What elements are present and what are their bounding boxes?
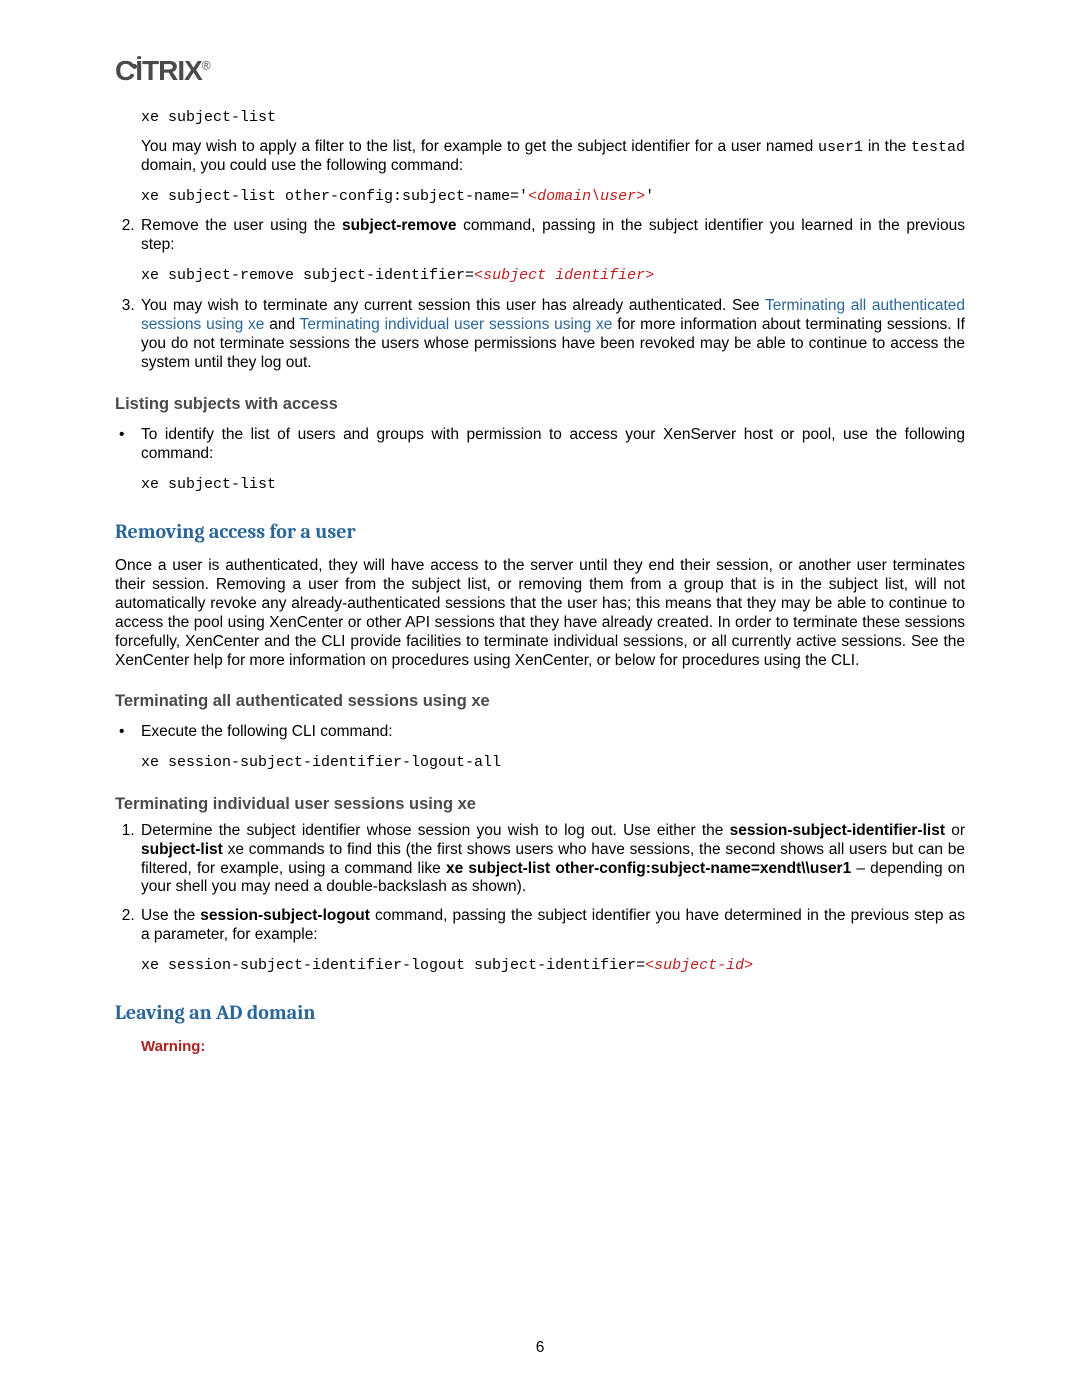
text: xe subject-list other-config:subject-nam… bbox=[141, 188, 528, 205]
list-item-2: Remove the user using the subject-remove… bbox=[139, 217, 965, 285]
link-terminating-individual[interactable]: Terminating individual user sessions usi… bbox=[300, 316, 613, 333]
list-item: Execute the following CLI command: xe se… bbox=[115, 723, 965, 772]
list-item: To identify the list of users and groups… bbox=[115, 426, 965, 494]
citrix-logo: CİTRIX® bbox=[115, 55, 965, 87]
heading-removing-access: Removing access for a user bbox=[115, 520, 965, 543]
page: CİTRIX® xe subject-list You may wish to … bbox=[0, 0, 1080, 1397]
numbered-list-top: Remove the user using the subject-remove… bbox=[115, 217, 965, 373]
placeholder-domain-user: <domain\user> bbox=[528, 188, 645, 205]
code-logout-all: xe session-subject-identifier-logout-all bbox=[141, 754, 965, 772]
list-item-ind-1: Determine the subject identifier whose s… bbox=[139, 822, 965, 898]
text: and bbox=[264, 316, 299, 333]
code-inline-user1: user1 bbox=[818, 139, 863, 156]
code-subject-remove: xe subject-remove subject-identifier=<su… bbox=[141, 267, 965, 285]
text: ' bbox=[645, 188, 654, 205]
text: Remove the user using the bbox=[141, 217, 342, 234]
bullet-list-term-all: Execute the following CLI command: xe se… bbox=[115, 723, 965, 772]
content-block: xe subject-list You may wish to apply a … bbox=[141, 109, 965, 205]
heading-leaving-ad-domain: Leaving an AD domain bbox=[115, 1001, 965, 1024]
bold-xe-subject-list-cmd: xe subject-list other-config:subject-nam… bbox=[446, 860, 851, 877]
text: xe session-subject-identifier-logout sub… bbox=[141, 957, 645, 974]
bold-subject-remove: subject-remove bbox=[342, 217, 457, 234]
text: or bbox=[945, 822, 965, 839]
text: domain, you could use the following comm… bbox=[141, 157, 463, 174]
bold-subject-list: subject-list bbox=[141, 841, 223, 858]
list-item-3: You may wish to terminate any current se… bbox=[139, 297, 965, 373]
numbered-list-term-ind: Determine the subject identifier whose s… bbox=[115, 822, 965, 976]
text: in the bbox=[863, 138, 911, 155]
text: Determine the subject identifier whose s… bbox=[141, 822, 730, 839]
text: Execute the following CLI command: bbox=[141, 723, 393, 740]
bullet-list-listing: To identify the list of users and groups… bbox=[115, 426, 965, 494]
placeholder-subject-id: <subject-id> bbox=[645, 957, 753, 974]
para-filter-intro: You may wish to apply a filter to the li… bbox=[141, 138, 965, 176]
heading-terminating-all: Terminating all authenticated sessions u… bbox=[115, 692, 965, 711]
text: Use the bbox=[141, 907, 200, 924]
para-removing-access: Once a user is authenticated, they will … bbox=[115, 557, 965, 670]
text: You may wish to terminate any current se… bbox=[141, 297, 765, 314]
placeholder-subject-identifier: <subject identifier> bbox=[474, 267, 654, 284]
list-item-ind-2: Use the session-subject-logout command, … bbox=[139, 907, 965, 975]
text: xe subject-remove subject-identifier= bbox=[141, 267, 474, 284]
heading-listing-subjects: Listing subjects with access bbox=[115, 395, 965, 414]
code-subject-list: xe subject-list bbox=[141, 109, 965, 126]
code-subject-list-filter: xe subject-list other-config:subject-nam… bbox=[141, 188, 965, 205]
page-number: 6 bbox=[0, 1339, 1080, 1357]
warning-label: Warning: bbox=[141, 1038, 965, 1055]
bold-session-subject-logout: session-subject-logout bbox=[200, 907, 370, 924]
bold-session-subject-identifier-list: session-subject-identifier-list bbox=[730, 822, 945, 839]
code-logout-single: xe session-subject-identifier-logout sub… bbox=[141, 957, 965, 975]
heading-terminating-individual: Terminating individual user sessions usi… bbox=[115, 795, 965, 814]
text: You may wish to apply a filter to the li… bbox=[141, 138, 818, 155]
code-subject-list-2: xe subject-list bbox=[141, 476, 965, 494]
code-inline-testad: testad bbox=[911, 139, 965, 156]
text: To identify the list of users and groups… bbox=[141, 426, 965, 462]
